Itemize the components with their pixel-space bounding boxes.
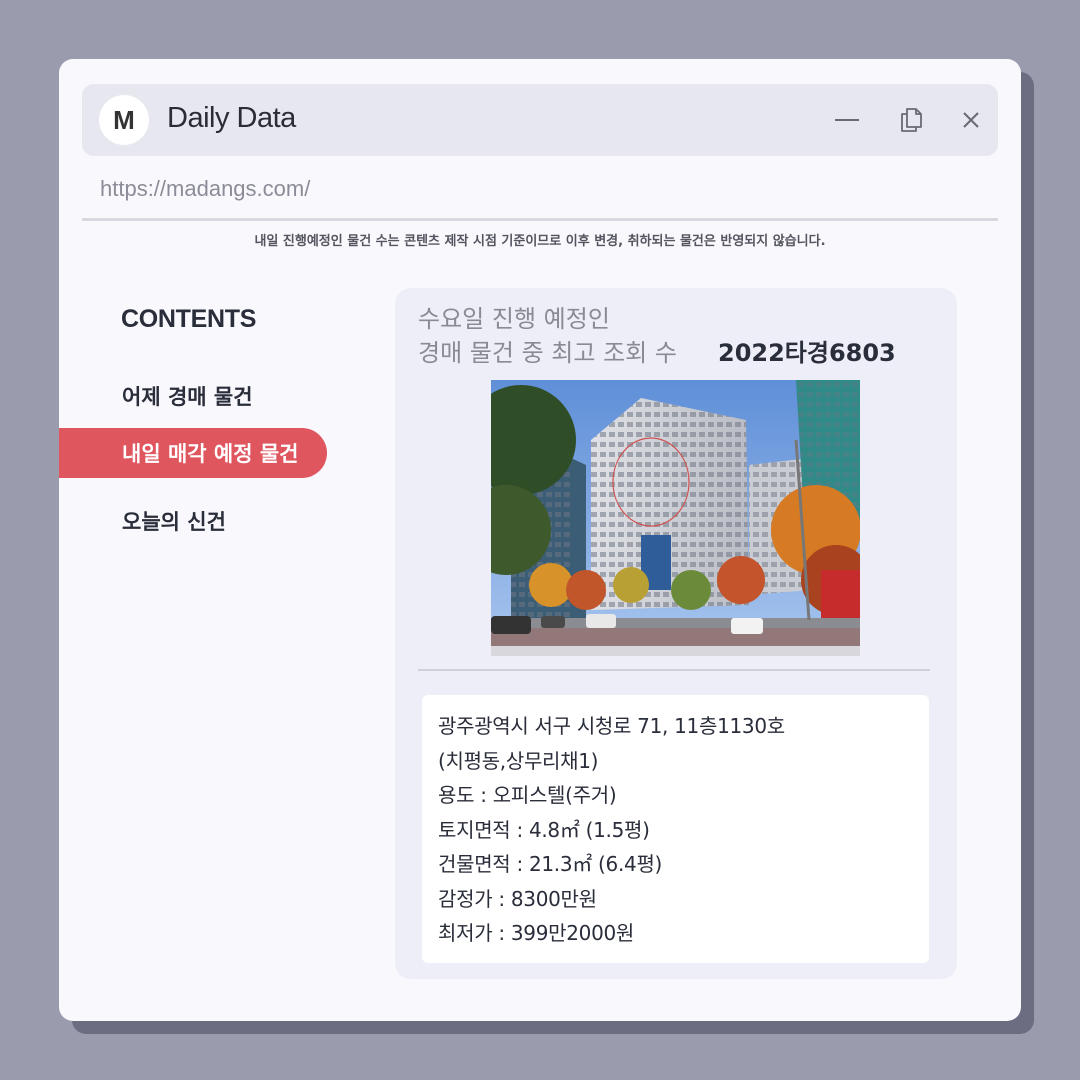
address-bar[interactable]: https://madangs.com/ — [100, 176, 310, 202]
property-details: 광주광역시 서구 시청로 71, 11층1130호 (치평동,상무리채1) 용도… — [422, 695, 929, 963]
land-area: 토지면적 : 4.8㎡ (1.5평) — [438, 817, 650, 842]
building-area: 건물면적 : 21.3㎡ (6.4평) — [438, 852, 663, 876]
minimize-icon — [835, 119, 859, 121]
sidebar-item-today-new[interactable]: 오늘의 신건 — [59, 496, 327, 546]
notice-text: 내일 진행예정인 물건 수는 콘텐츠 제작 시점 기준이므로 이후 변경, 취하… — [254, 234, 826, 249]
app-window: M Daily Data https://madangs.com/ 내일 진행예… — [59, 59, 1021, 1021]
sidebar-item-yesterday-auctions[interactable]: 어제 경매 물건 — [59, 371, 327, 421]
app-logo: M — [99, 95, 149, 145]
sidebar-item-tomorrow-sales[interactable]: 내일 매각 예정 물건 — [59, 428, 327, 478]
address-divider — [82, 218, 998, 221]
featured-property-card: 수요일 진행 예정인 경매 물건 중 최고 조회 수 2022타경6803 광주… — [395, 288, 957, 979]
card-heading-line2: 경매 물건 중 최고 조회 수 — [418, 339, 677, 367]
card-heading: 수요일 진행 예정인 경매 물건 중 최고 조회 수 — [418, 302, 677, 370]
case-number: 2022타경6803 — [718, 339, 896, 367]
close-icon — [963, 112, 979, 128]
title-bar: M Daily Data — [82, 84, 998, 156]
address-line-2: (치평동,상무리채1) — [438, 748, 599, 773]
card-divider — [418, 669, 930, 671]
minimize-button[interactable] — [831, 104, 863, 136]
minimum-price: 최저가 : 399만2000원 — [438, 921, 635, 945]
close-button[interactable] — [955, 104, 987, 136]
restore-button[interactable] — [895, 104, 927, 136]
property-photo — [491, 380, 860, 656]
contents-heading: CONTENTS — [121, 305, 257, 333]
copy-icon — [901, 108, 922, 132]
app-title: Daily Data — [167, 102, 296, 134]
card-heading-line1: 수요일 진행 예정인 — [418, 305, 610, 333]
appraisal-price: 감정가 : 8300만원 — [438, 886, 597, 911]
usage: 용도 : 오피스텔(주거) — [438, 783, 617, 807]
address-line-1: 광주광역시 서구 시청로 71, 11층1130호 — [438, 714, 785, 738]
